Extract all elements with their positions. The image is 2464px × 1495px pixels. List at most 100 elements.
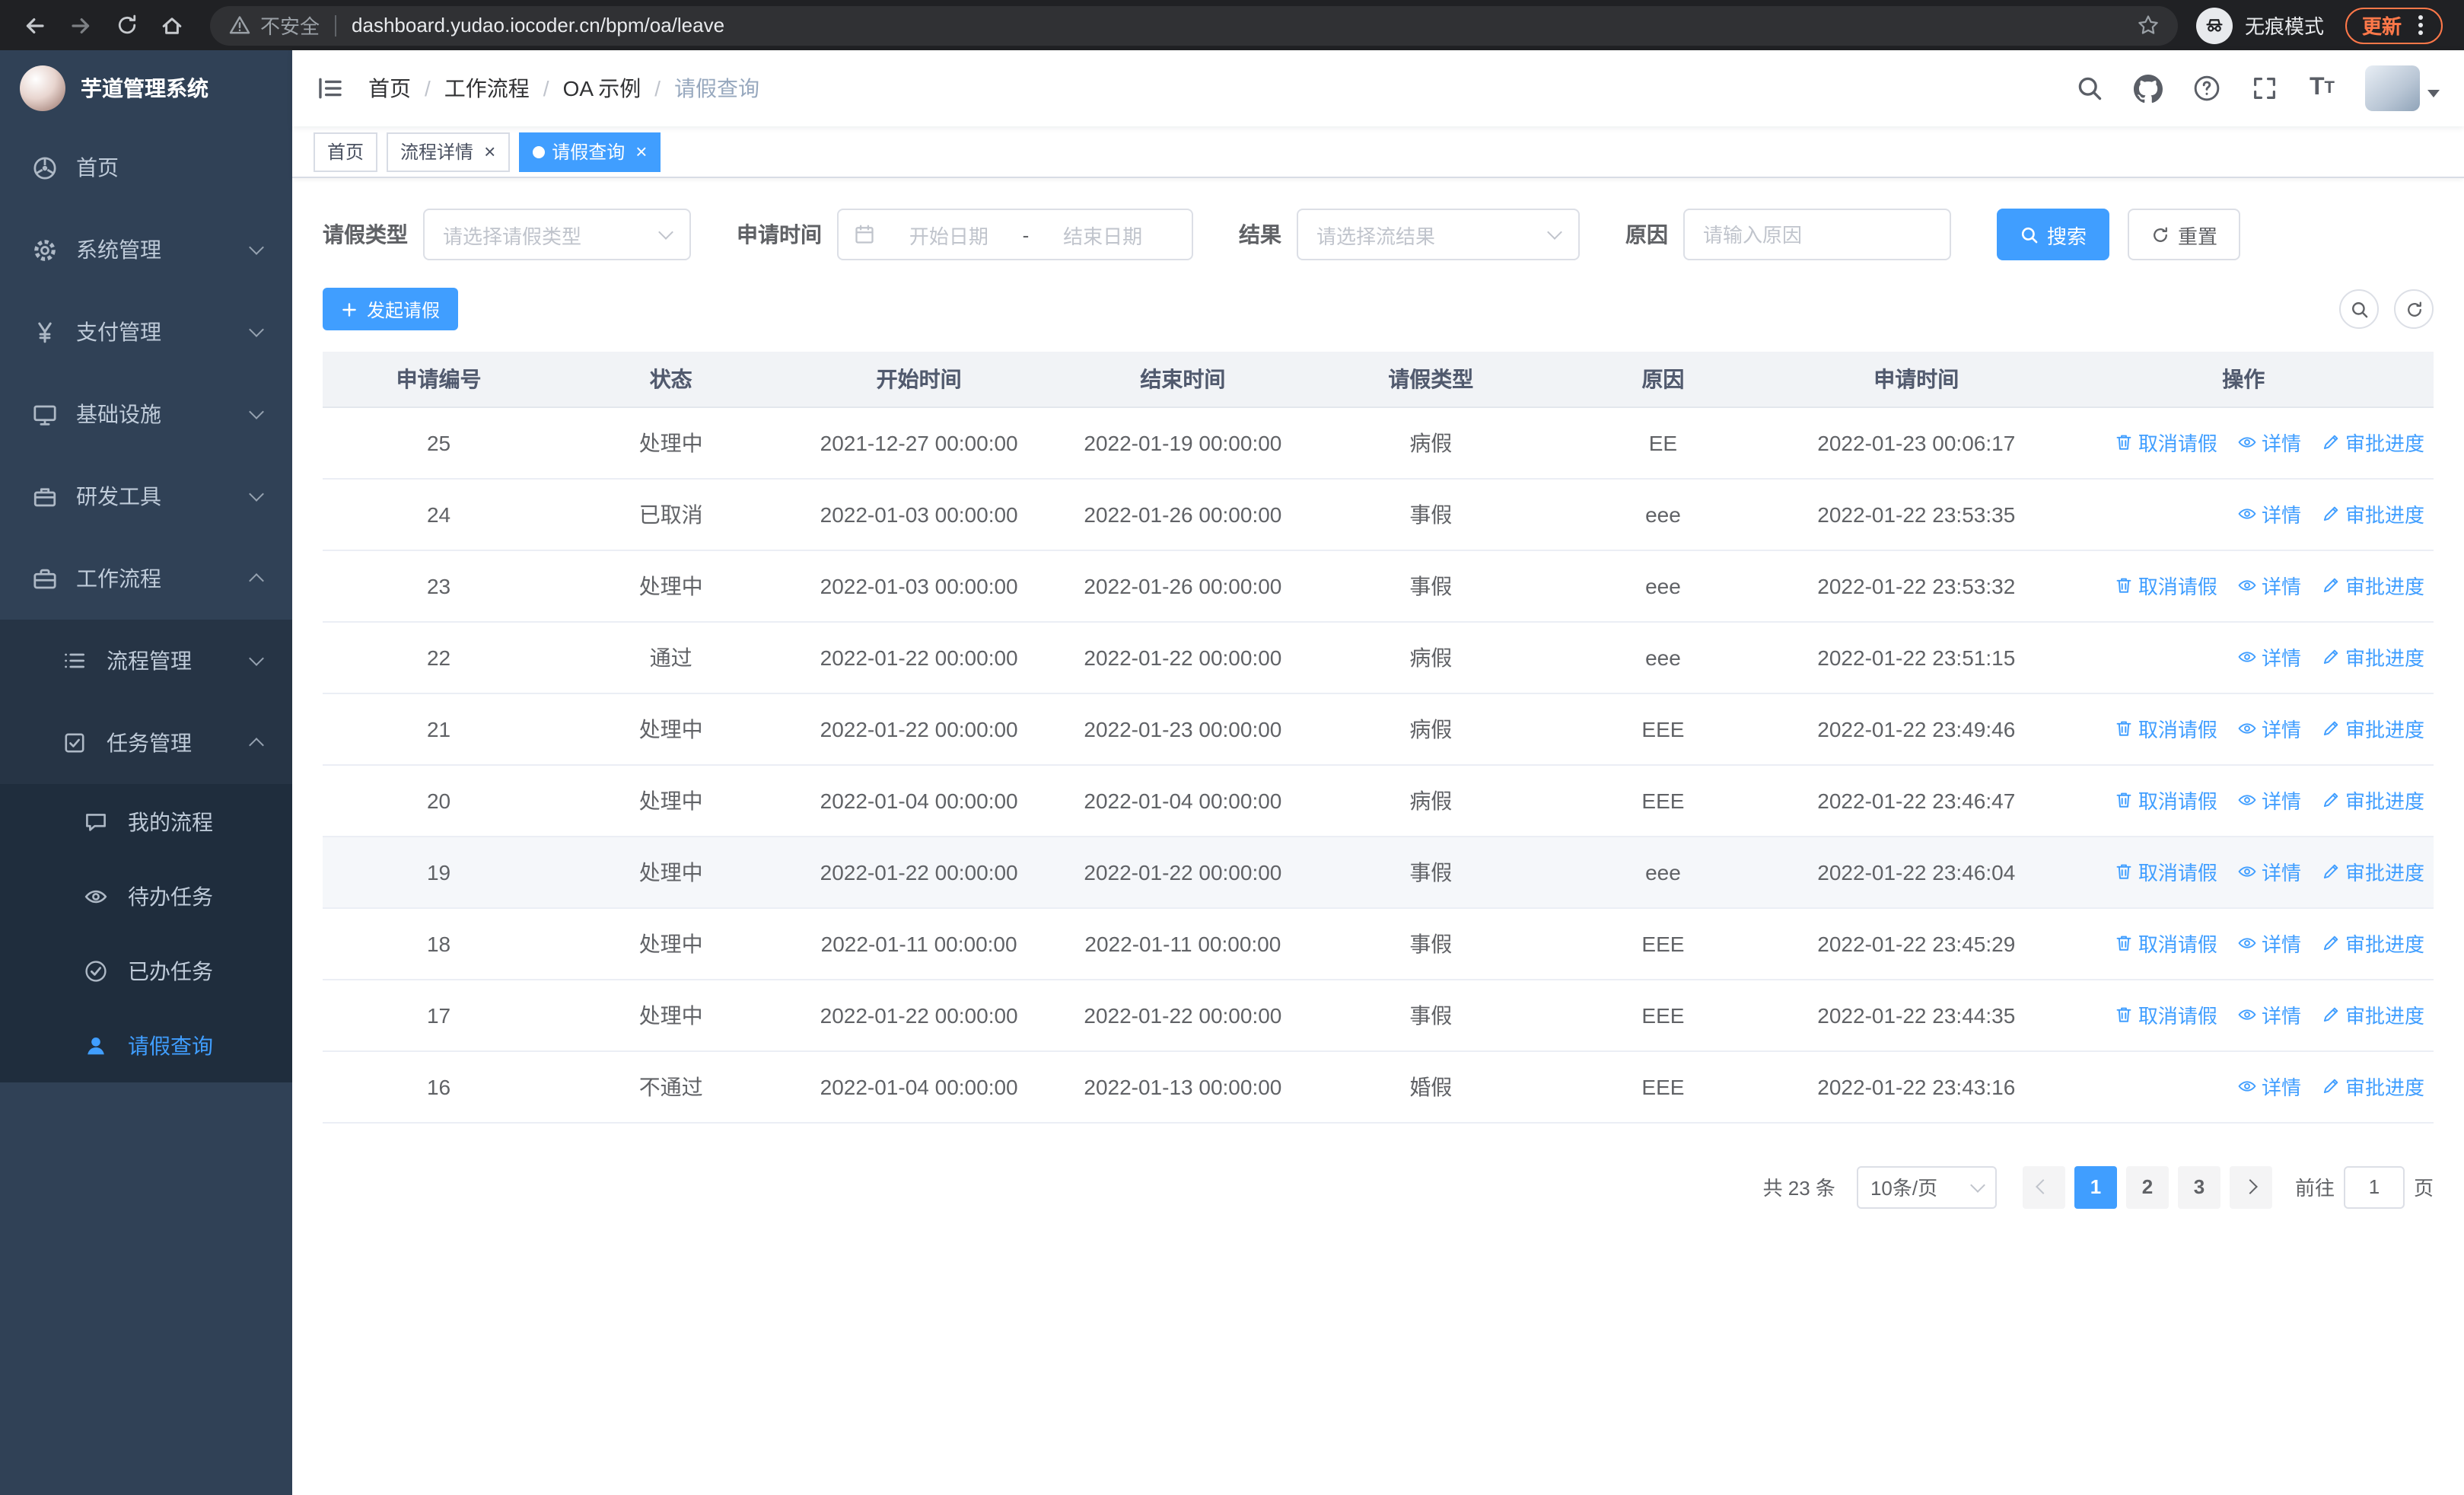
tab-home[interactable]: 首页 — [314, 132, 378, 171]
table-row: 25 处理中 2021-12-27 00:00:00 2022-01-19 00:00… — [323, 406, 2434, 479]
close-icon[interactable]: × — [635, 142, 647, 161]
avatar[interactable] — [2365, 65, 2420, 111]
chevron-left-icon — [2036, 1179, 2052, 1194]
cancel-leave-link[interactable]: 取消请假 — [2114, 857, 2217, 886]
chevron-down-icon — [249, 486, 264, 502]
table-row: 21 处理中 2022-01-22 00:00:00 2022-01-23 00:00… — [323, 693, 2434, 765]
sidebar-item-payment[interactable]: 支付管理 — [0, 291, 292, 373]
page-button-1[interactable]: 1 — [2074, 1165, 2117, 1208]
detail-link[interactable]: 详情 — [2237, 642, 2301, 671]
cell-actions: 详情 审批进度 — [2053, 621, 2434, 693]
cell-start-time: 2022-01-22 00:00:00 — [787, 693, 1051, 765]
close-icon[interactable]: × — [484, 142, 495, 161]
sidebar-item-task-management[interactable]: 任务管理 — [0, 702, 292, 784]
detail-link[interactable]: 详情 — [2237, 857, 2301, 886]
reason-input[interactable] — [1683, 209, 1951, 260]
approval-progress-link[interactable]: 审批进度 — [2321, 428, 2424, 457]
cancel-leave-link[interactable]: 取消请假 — [2114, 929, 2217, 958]
cell-status: 处理中 — [555, 764, 788, 837]
sidebar-item-workflow[interactable]: 工作流程 — [0, 537, 292, 620]
column-header-leave-type: 请假类型 — [1314, 352, 1547, 407]
breadcrumb-oa-example[interactable]: OA 示例 — [563, 73, 641, 104]
detail-link[interactable]: 详情 — [2237, 714, 2301, 743]
sidebar-item-my-processes[interactable]: 我的流程 — [0, 784, 292, 859]
breadcrumb-workflow[interactable]: 工作流程 — [444, 73, 530, 104]
github-icon[interactable] — [2134, 74, 2163, 103]
back-icon[interactable] — [15, 5, 55, 45]
detail-link[interactable]: 详情 — [2237, 428, 2301, 457]
cell-leave-type: 事假 — [1314, 550, 1547, 622]
page-button-3[interactable]: 3 — [2177, 1165, 2220, 1208]
approval-progress-link[interactable]: 审批进度 — [2321, 929, 2424, 958]
yen-icon — [30, 319, 58, 345]
detail-link[interactable]: 详情 — [2237, 499, 2301, 528]
approval-progress-link[interactable]: 审批进度 — [2321, 571, 2424, 600]
page-size-select[interactable]: 10条/页 — [1856, 1165, 1997, 1208]
detail-link[interactable]: 详情 — [2237, 786, 2301, 814]
reset-button[interactable]: 重置 — [2128, 209, 2241, 260]
leave-type-select[interactable]: 请选择请假类型 — [423, 209, 691, 260]
cancel-leave-link[interactable]: 取消请假 — [2114, 428, 2217, 457]
update-button[interactable]: 更新 — [2345, 7, 2443, 43]
menu-dots-icon[interactable] — [2418, 23, 2423, 27]
detail-link[interactable]: 详情 — [2237, 571, 2301, 600]
approval-progress-link[interactable]: 审批进度 — [2321, 857, 2424, 886]
cell-id: 18 — [323, 907, 556, 980]
address-bar[interactable]: 不安全 dashboard.yudao.iocoder.cn/bpm/oa/le… — [210, 5, 2178, 45]
tab-leave-query[interactable]: 请假查询 × — [518, 132, 661, 171]
sidebar-item-done-tasks[interactable]: 已办任务 — [0, 933, 292, 1008]
cell-leave-type: 事假 — [1314, 478, 1547, 550]
bookmark-star-icon[interactable] — [2137, 14, 2160, 37]
prev-page-button[interactable] — [2022, 1165, 2065, 1208]
plus-icon — [342, 302, 356, 316]
cell-end-time: 2022-01-22 00:00:00 — [1051, 836, 1315, 908]
detail-link[interactable]: 详情 — [2237, 1072, 2301, 1101]
sidebar-item-devtools[interactable]: 研发工具 — [0, 455, 292, 537]
approval-progress-link[interactable]: 审批进度 — [2321, 714, 2424, 743]
create-leave-button[interactable]: 发起请假 — [323, 288, 459, 330]
detail-link[interactable]: 详情 — [2237, 1000, 2301, 1029]
cancel-leave-link[interactable]: 取消请假 — [2114, 786, 2217, 814]
search-button[interactable]: 搜索 — [1997, 209, 2110, 260]
sidebar-item-pending-tasks[interactable]: 待办任务 — [0, 859, 292, 933]
toolbar-refresh-button[interactable] — [2394, 289, 2434, 329]
forward-icon[interactable] — [61, 5, 100, 45]
eye-icon — [2237, 432, 2257, 452]
trash-icon — [2114, 1005, 2134, 1025]
cancel-leave-link[interactable]: 取消请假 — [2114, 571, 2217, 600]
home-icon[interactable] — [152, 5, 192, 45]
approval-progress-link[interactable]: 审批进度 — [2321, 642, 2424, 671]
incognito-label: 无痕模式 — [2244, 15, 2324, 38]
cancel-leave-link[interactable]: 取消请假 — [2114, 714, 2217, 743]
check-icon — [82, 958, 110, 983]
cell-status: 已取消 — [555, 478, 788, 550]
sidebar-item-leave-query[interactable]: 请假查询 — [0, 1008, 292, 1082]
reload-icon[interactable] — [107, 5, 146, 45]
approval-progress-link[interactable]: 审批进度 — [2321, 786, 2424, 814]
font-size-icon[interactable]: TT — [2310, 75, 2335, 102]
sidebar-item-process-management[interactable]: 流程管理 — [0, 620, 292, 702]
table-row: 23 处理中 2022-01-03 00:00:00 2022-01-26 00:00… — [323, 550, 2434, 622]
hamburger-icon[interactable] — [317, 75, 344, 102]
sidebar-item-system[interactable]: 系统管理 — [0, 209, 292, 291]
search-icon[interactable] — [2077, 75, 2104, 102]
next-page-button[interactable] — [2229, 1165, 2272, 1208]
approval-progress-link[interactable]: 审批进度 — [2321, 499, 2424, 528]
sidebar-item-home[interactable]: 首页 — [0, 126, 292, 209]
tab-process-detail[interactable]: 流程详情 × — [387, 132, 510, 171]
fullscreen-icon[interactable] — [2252, 75, 2279, 102]
page-button-2[interactable]: 2 — [2125, 1165, 2169, 1208]
cancel-leave-link[interactable]: 取消请假 — [2114, 1000, 2217, 1029]
apply-time-range-picker[interactable]: 开始日期 - 结束日期 — [837, 209, 1193, 260]
sidebar-item-infra[interactable]: 基础设施 — [0, 373, 292, 455]
table-row: 19 处理中 2022-01-22 00:00:00 2022-01-22 00:00… — [323, 836, 2434, 908]
result-select[interactable]: 请选择流结果 — [1297, 209, 1580, 260]
breadcrumb-home[interactable]: 首页 — [368, 73, 411, 104]
cell-end-time: 2022-01-23 00:00:00 — [1051, 693, 1315, 765]
approval-progress-link[interactable]: 审批进度 — [2321, 1000, 2424, 1029]
toolbar-search-button[interactable] — [2339, 289, 2379, 329]
goto-page-input[interactable] — [2343, 1165, 2405, 1208]
help-icon[interactable] — [2194, 75, 2221, 102]
detail-link[interactable]: 详情 — [2237, 929, 2301, 958]
approval-progress-link[interactable]: 审批进度 — [2321, 1072, 2424, 1101]
